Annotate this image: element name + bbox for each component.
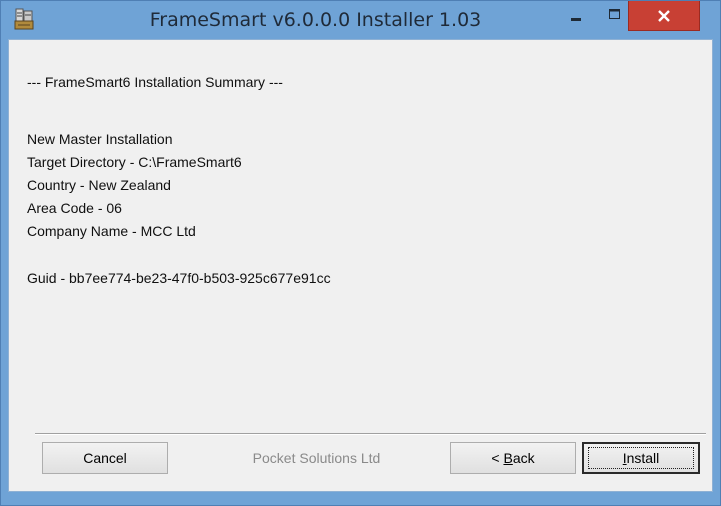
maximize-icon [609, 9, 620, 19]
target-directory: Target Directory - C:\FrameSmart6 [27, 154, 242, 170]
company-name: Company Name - MCC Ltd [27, 223, 196, 239]
window-title: FrameSmart v6.0.0.0 Installer 1.03 [149, 9, 482, 31]
summary-heading: --- FrameSmart6 Installation Summary --- [27, 74, 283, 90]
install-label-rest: nstall [626, 450, 660, 466]
back-button[interactable]: < Back [450, 442, 576, 474]
country: Country - New Zealand [27, 177, 171, 193]
dialog-client-area: --- FrameSmart6 Installation Summary ---… [8, 39, 713, 492]
back-label-rest: ack [512, 450, 535, 466]
title-bar[interactable]: FrameSmart v6.0.0.0 Installer 1.03 [1, 1, 720, 39]
back-accelerator: B [503, 450, 513, 466]
focus-rectangle: Install [588, 447, 694, 469]
minimize-button[interactable] [561, 1, 591, 31]
install-button[interactable]: Install [582, 442, 700, 474]
maximize-button[interactable] [599, 1, 629, 31]
installer-window: FrameSmart v6.0.0.0 Installer 1.03 --- F… [0, 0, 721, 506]
back-label-prefix: < [491, 450, 504, 466]
minimize-icon [571, 18, 581, 21]
footer-separator-highlight [35, 434, 706, 435]
close-button[interactable] [628, 1, 700, 31]
close-icon [658, 10, 670, 22]
brand-label: Pocket Solutions Ltd [252, 450, 381, 466]
guid: Guid - bb7ee774-be23-47f0-b503-925c677e9… [27, 270, 331, 286]
cancel-button[interactable]: Cancel [42, 442, 168, 474]
install-type: New Master Installation [27, 131, 173, 147]
area-code: Area Code - 06 [27, 200, 122, 216]
